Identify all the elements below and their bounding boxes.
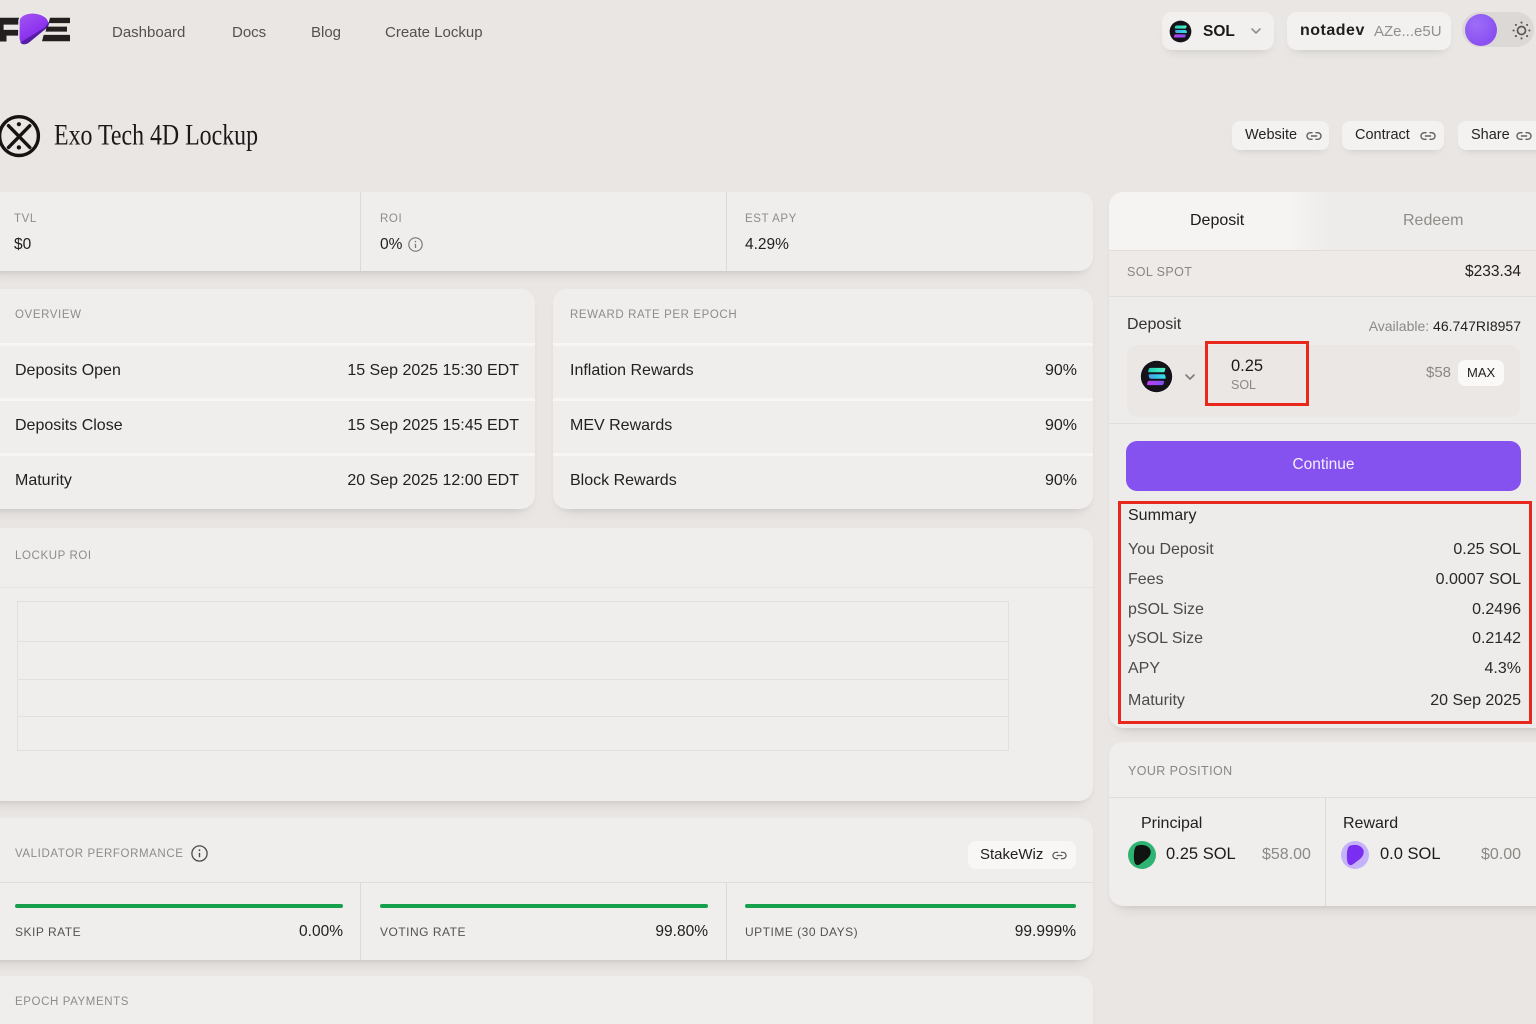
svg-text:Exo Tech 4D Lockup: Exo Tech 4D Lockup <box>54 119 258 152</box>
